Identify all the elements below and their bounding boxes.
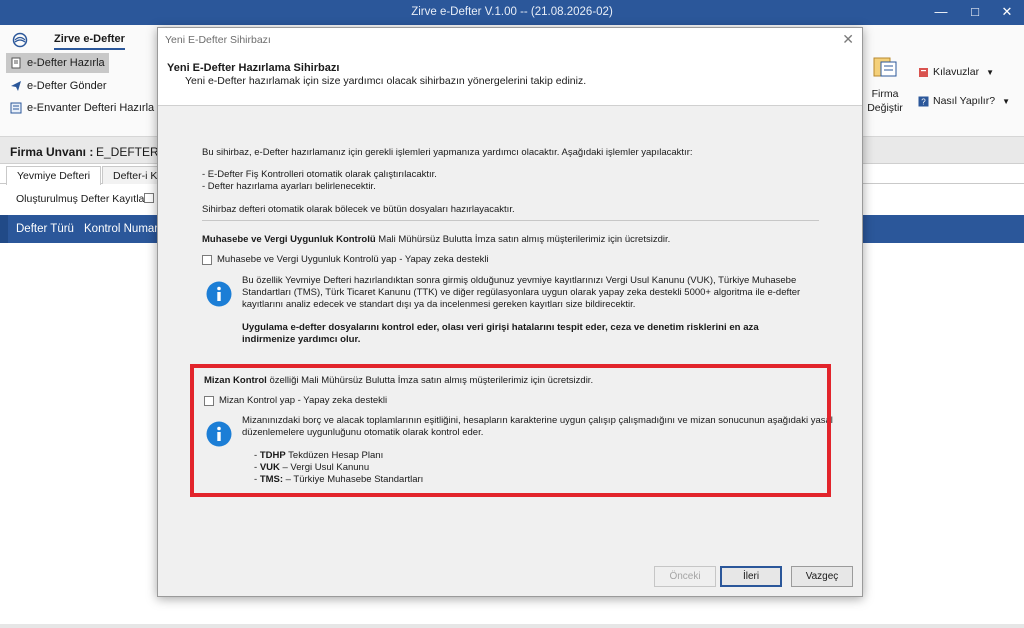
document-icon — [11, 57, 21, 69]
muhasebe-info-line2: Standartları (TMS), Türk Ticaret Kanunu … — [242, 287, 801, 298]
edefter-gonder-button[interactable]: e-Defter Gönder — [6, 76, 110, 96]
firma-unvani-value: E_DEFTER — [96, 145, 159, 159]
bullet-ayarlar: - Defter hazırlama ayarları belirlenecek… — [202, 181, 376, 192]
muhasebe-kontrol-checkbox[interactable] — [202, 255, 212, 265]
muhasebe-bold-line1: Uygulama e-defter dosyalarını kontrol ed… — [242, 322, 759, 333]
send-icon — [11, 81, 21, 91]
mizan-highlight-frame — [190, 364, 831, 497]
muhasebe-checkbox-label: Muhasebe ve Vergi Uygunluk Kontrolü yap … — [217, 254, 489, 265]
divider — [202, 220, 819, 221]
muhasebe-section-title-bold: Muhasebe ve Vergi Uygunluk Kontrolü — [202, 234, 376, 245]
svg-text:?: ? — [921, 97, 926, 106]
firma-change-icon — [873, 57, 897, 77]
muhasebe-checkbox-row[interactable]: Muhasebe ve Vergi Uygunluk Kontrolü yap … — [202, 254, 489, 266]
olusturulmus-kayitlar-label: Oluşturulmuş Defter Kayıtları — [16, 193, 151, 205]
firma-label-line1: Firma — [871, 88, 899, 100]
maximize-icon[interactable]: □ — [964, 3, 986, 21]
help-icon: ? — [918, 96, 929, 106]
muhasebe-info-line1: Bu özellik Yevmiye Defteri hazırlandıkta… — [242, 275, 797, 286]
eenvanter-button[interactable]: e-Envanter Defteri Hazırla — [6, 98, 158, 118]
column-defter-turu[interactable]: Defter Türü — [16, 223, 74, 235]
status-strip — [0, 624, 1024, 628]
ribbon-tab-zirve-edefter[interactable]: Zirve e-Defter — [54, 33, 125, 50]
firma-degistir-button[interactable]: Firma Değiştir — [866, 55, 904, 115]
dialog-close-icon[interactable]: ✕ — [842, 31, 854, 48]
close-icon[interactable]: ✕ — [996, 3, 1018, 21]
kilavuzlar-label: Kılavuzlar — [933, 66, 980, 78]
wizard-subheading: Yeni e-Defter hazırlamak için size yardı… — [185, 75, 587, 87]
muhasebe-bold-line2: indirmenize yardımcı olur. — [242, 334, 361, 345]
window-title: Zirve e-Defter V.1.00 -- (21.08.2026-02) — [411, 6, 613, 18]
edefter-gonder-label: e-Defter Gönder — [27, 80, 107, 92]
info-icon — [206, 281, 232, 307]
column-kontrol-numara[interactable]: Kontrol Numara — [84, 223, 165, 235]
cancel-button[interactable]: Vazgeç — [791, 566, 853, 587]
book-icon — [919, 67, 928, 77]
wizard-heading: Yeni E-Defter Hazırlama Sihirbazı — [167, 62, 340, 74]
dialog-title: Yeni E-Defter Sihirbazı — [165, 34, 271, 46]
firma-unvani-label: Firma Unvanı : — [10, 145, 94, 159]
chevron-down-icon: ▼ — [1002, 96, 1010, 106]
minimize-icon[interactable]: — — [930, 3, 952, 21]
olusturulmus-kayitlar-checkbox[interactable] — [144, 193, 154, 203]
back-button[interactable]: Önceki — [654, 566, 716, 587]
nasil-yapilir-dropdown[interactable]: ? Nasıl Yapılır? ▼ — [918, 95, 1010, 107]
next-button[interactable]: İleri — [720, 566, 782, 587]
edefter-hazirla-label: e-Defter Hazırla — [27, 57, 105, 69]
chevron-down-icon: ▼ — [986, 67, 995, 77]
split-note-text: Sihirbaz defteri otomatik olarak bölecek… — [202, 204, 515, 215]
nasil-yapilir-label: Nasıl Yapılır? — [933, 95, 996, 107]
app-logo-icon — [12, 32, 28, 48]
dialog-header: Yeni E-Defter Hazırlama Sihirbazı Yeni e… — [158, 52, 862, 106]
window-titlebar: Zirve e-Defter V.1.00 -- (21.08.2026-02)… — [0, 0, 1024, 25]
edefter-hazirla-button[interactable]: e-Defter Hazırla — [6, 53, 109, 73]
kilavuzlar-dropdown[interactable]: Kılavuzlar ▼ — [918, 66, 994, 78]
muhasebe-section-title-rest: Mali Mühürsüz Bulutta İmza satın almış m… — [375, 234, 671, 245]
muhasebe-section-title: Muhasebe ve Vergi Uygunluk Kontrolü Mali… — [202, 234, 670, 246]
intro-text: Bu sihirbaz, e-Defter hazırlamanız için … — [202, 147, 693, 158]
firma-label-line2: Değiştir — [867, 102, 903, 114]
muhasebe-info-line3: kayıtlarını analiz edecek ve standart dı… — [242, 299, 636, 310]
eenvanter-label: e-Envanter Defteri Hazırla — [27, 102, 155, 114]
bullet-fis-kontrol: - E-Defter Fiş Kontrolleri otomatik olar… — [202, 169, 437, 180]
wizard-dialog: Yeni E-Defter Sihirbazı ✕ Yeni E-Defter … — [157, 27, 863, 597]
grid-row-marker — [0, 215, 8, 243]
tab-yevmiye-defteri[interactable]: Yevmiye Defteri — [6, 166, 102, 185]
inventory-icon — [10, 102, 22, 114]
dialog-titlebar: Yeni E-Defter Sihirbazı ✕ — [158, 28, 862, 52]
